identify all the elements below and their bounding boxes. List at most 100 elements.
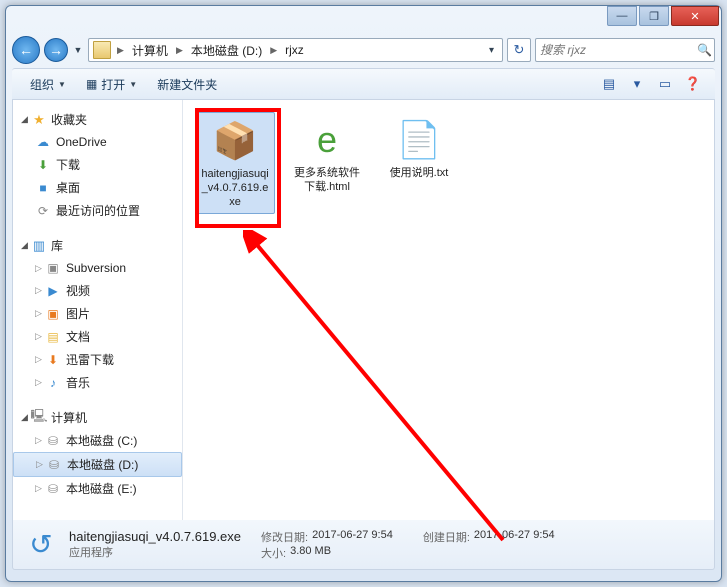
star-icon: ★: [31, 112, 47, 128]
item-label: 最近访问的位置: [56, 202, 140, 219]
sidebar-item[interactable]: ▷▶ 视频: [13, 279, 182, 302]
back-button[interactable]: ←: [12, 36, 40, 64]
sidebar-item[interactable]: ▷⛁ 本地磁盘 (D:): [13, 452, 182, 477]
preview-pane-button[interactable]: ▭: [653, 72, 677, 96]
sidebar-item[interactable]: ▷▣图片: [13, 302, 182, 325]
chevron-right-icon[interactable]: ▶: [113, 45, 128, 56]
sidebar-item[interactable]: ⬇下载: [13, 153, 182, 176]
size-value: 3.80 MB: [290, 545, 331, 561]
explorer-window: — ❐ ✕ ← → ▼ ▶ 计算机 ▶ 本地磁盘 (D:) ▶ rjxz ▾ ↻…: [5, 5, 722, 582]
file-type-icon: ↺: [23, 527, 59, 563]
item-label: 本地磁盘 (E:): [66, 480, 137, 497]
created-value: 2017-06-27 9:54: [474, 529, 555, 545]
status-filetype: 应用程序: [69, 544, 241, 560]
expand-icon[interactable]: ▷: [35, 285, 45, 296]
sidebar-item[interactable]: ▷⛁ 本地磁盘 (E:): [13, 477, 182, 500]
search-icon[interactable]: 🔍: [697, 43, 712, 57]
close-button[interactable]: ✕: [671, 6, 719, 26]
file-name: 更多系统软件下载.html: [291, 167, 363, 195]
file-name: 使用说明.txt: [390, 167, 449, 181]
annotation-arrow: [243, 230, 523, 560]
file-item[interactable]: 📦haitengjiasuqi_v4.0.7.619.exe: [195, 112, 275, 214]
expand-icon[interactable]: ▷: [35, 263, 45, 274]
item-icon: ■: [35, 180, 51, 196]
help-button[interactable]: ❓: [681, 72, 705, 96]
item-icon: ⬇: [35, 157, 51, 173]
item-icon: ♪: [45, 375, 61, 391]
expand-icon[interactable]: ▷: [35, 308, 45, 319]
item-icon: ☁: [35, 134, 51, 150]
minimize-button[interactable]: —: [607, 6, 637, 26]
libraries-group: ◢ ▥ 库 ▷▣Subversion▷▶视频▷▣图片▷▤文档▷⬇迅雷下载▷♪音乐: [13, 234, 182, 394]
item-label: 视频: [66, 282, 90, 299]
breadcrumb-bar[interactable]: ▶ 计算机 ▶ 本地磁盘 (D:) ▶ rjxz ▾: [88, 38, 503, 62]
sidebar-item[interactable]: ▷▤文档: [13, 325, 182, 348]
item-icon: ▶: [45, 283, 61, 299]
file-item[interactable]: e 更多系统软件下载.html: [287, 112, 367, 214]
file-item[interactable]: 📄 使用说明.txt: [379, 112, 459, 214]
expand-icon[interactable]: ▷: [35, 435, 45, 446]
breadcrumb-dropdown[interactable]: ▾: [483, 45, 500, 56]
address-bar: ← → ▼ ▶ 计算机 ▶ 本地磁盘 (D:) ▶ rjxz ▾ ↻ 🔍: [6, 32, 721, 68]
toolbar: 组织▼ ▦打开▼ 新建文件夹 ▤ ▾ ▭ ❓: [12, 68, 715, 100]
expand-icon[interactable]: ▷: [35, 354, 45, 365]
forward-button[interactable]: →: [44, 38, 68, 62]
item-icon: ⛁: [45, 481, 61, 497]
open-button[interactable]: ▦打开▼: [78, 72, 145, 97]
file-icon: 📦: [211, 117, 259, 165]
breadcrumb-computer[interactable]: 计算机: [128, 40, 172, 61]
expand-icon[interactable]: ▷: [35, 483, 45, 494]
item-icon: ⟳: [35, 203, 51, 219]
sidebar-item[interactable]: ☁ OneDrive: [13, 131, 182, 153]
status-filename: haitengjiasuqi_v4.0.7.619.exe: [69, 529, 241, 544]
item-label: 迅雷下载: [66, 351, 114, 368]
item-icon: ▤: [45, 329, 61, 345]
sidebar-item[interactable]: ■ 桌面: [13, 176, 182, 199]
view-options-button[interactable]: ▤: [597, 72, 621, 96]
file-icon: 📄: [395, 116, 443, 164]
libraries-header[interactable]: ◢ ▥ 库: [13, 234, 182, 257]
size-label: 大小:: [261, 545, 286, 561]
new-folder-button[interactable]: 新建文件夹: [149, 72, 225, 97]
navigation-pane[interactable]: ◢ ★ 收藏夹 ☁OneDrive⬇下载■桌面⟳最近访问的位置 ◢ ▥ 库 ▷▣…: [13, 100, 183, 520]
sidebar-item[interactable]: ⟳ 最近访问的位置: [13, 199, 182, 222]
refresh-button[interactable]: ↻: [507, 38, 531, 62]
computer-header[interactable]: ◢ 🖳 计算机: [13, 406, 182, 429]
maximize-button[interactable]: ❐: [639, 6, 669, 26]
search-box[interactable]: 🔍: [535, 38, 715, 62]
modified-label: 修改日期:: [261, 529, 308, 545]
sidebar-item[interactable]: ▷⬇迅雷下载: [13, 348, 182, 371]
sidebar-item[interactable]: ▷♪ 音乐: [13, 371, 182, 394]
favorites-group: ◢ ★ 收藏夹 ☁ OneDrive ⬇下载 ■ 桌面 ⟳ 最近访问的位置: [13, 108, 182, 222]
computer-icon: 🖳: [31, 410, 47, 426]
computer-group: ◢ 🖳 计算机 ▷⛁本地磁盘 (C:)▷⛁本地磁盘 (D:)▷⛁本地磁盘 (E:…: [13, 406, 182, 500]
file-list[interactable]: 📦haitengjiasuqi_v4.0.7.619.exe e 更多系统软件下载.…: [183, 100, 714, 520]
nav-history-dropdown[interactable]: ▼: [72, 36, 84, 64]
sidebar-item[interactable]: ▷⛁本地磁盘 (C:): [13, 429, 182, 452]
expand-icon[interactable]: ▷: [35, 331, 45, 342]
library-icon: ▥: [31, 238, 47, 254]
search-input[interactable]: [540, 43, 697, 57]
organize-menu[interactable]: 组织▼: [22, 72, 74, 97]
breadcrumb-folder[interactable]: rjxz: [281, 41, 308, 59]
item-label: 图片: [66, 305, 90, 322]
titlebar: — ❐ ✕: [6, 6, 721, 32]
favorites-header[interactable]: ◢ ★ 收藏夹: [13, 108, 182, 131]
item-icon: ⛁: [46, 457, 62, 473]
item-label: 桌面: [56, 179, 80, 196]
expand-icon[interactable]: ▷: [36, 459, 46, 470]
view-dropdown[interactable]: ▾: [625, 72, 649, 96]
item-icon: ⛁: [45, 433, 61, 449]
created-label: 创建日期:: [423, 529, 470, 545]
chevron-right-icon[interactable]: ▶: [172, 45, 187, 56]
folder-icon: [93, 41, 111, 59]
item-label: OneDrive: [56, 135, 107, 149]
expand-icon[interactable]: ▷: [35, 377, 45, 388]
item-icon: ▣: [45, 260, 61, 276]
item-label: 本地磁盘 (D:): [67, 456, 138, 473]
file-icon: e: [303, 116, 351, 164]
chevron-right-icon[interactable]: ▶: [266, 45, 281, 56]
item-label: 音乐: [66, 374, 90, 391]
sidebar-item[interactable]: ▷▣Subversion: [13, 257, 182, 279]
breadcrumb-drive[interactable]: 本地磁盘 (D:): [187, 40, 266, 61]
